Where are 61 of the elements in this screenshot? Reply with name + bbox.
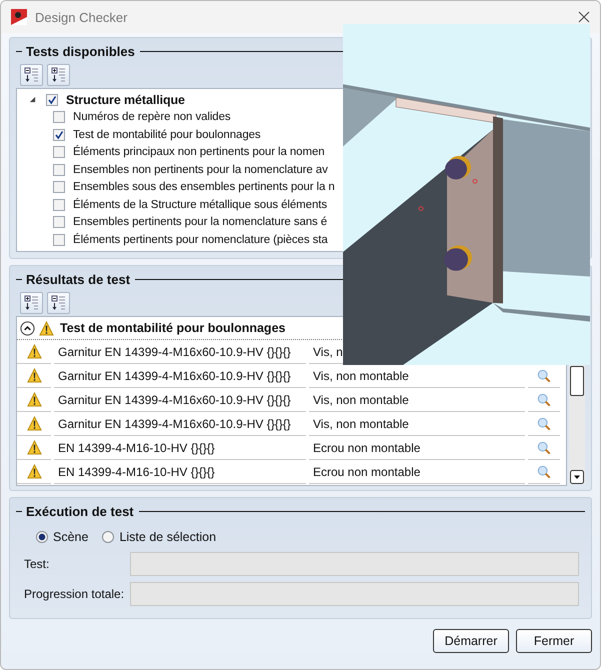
dialog-button[interactable]: Démarrer <box>433 629 509 653</box>
field-label: Test: <box>24 557 50 571</box>
tree-item[interactable]: Ensembles non pertinents pour la nomenclature av <box>73 164 328 176</box>
radio-option[interactable]: Liste de sélection <box>102 530 216 544</box>
tree-item[interactable]: Éléments principaux non pertinents pour la nomen <box>73 146 325 158</box>
table-cell: Ecrou non montable <box>309 436 525 460</box>
collapse-all-button[interactable] <box>47 292 70 314</box>
checkbox[interactable] <box>53 164 65 176</box>
tree-item[interactable]: Test de montabilité pour boulonnages <box>73 128 261 141</box>
zoom-to-icon[interactable] <box>537 416 551 430</box>
tree-item[interactable]: Éléments de la Structure métallique sous éléments <box>73 198 327 211</box>
zoom-to-icon[interactable] <box>537 464 551 478</box>
table-cell: Garnitur EN 14399-4-M16x60-10.9-HV {}{}{} <box>54 388 306 412</box>
expander-icon[interactable] <box>29 96 36 104</box>
app-logo-icon <box>11 9 27 25</box>
warning-icon <box>39 320 54 336</box>
tree-item[interactable]: Éléments pertinents pour nomenclature (pièces sta <box>73 234 328 246</box>
warning-icon <box>26 464 42 479</box>
group-title: Exécution de test <box>26 504 134 518</box>
collapse-all-button[interactable] <box>20 64 43 86</box>
tree-item[interactable]: Numéros de repère non valides <box>73 111 231 124</box>
tree-item[interactable]: Ensembles sous des ensembles pertinents pour la n <box>73 181 335 194</box>
scrollbar-thumb[interactable] <box>570 366 584 396</box>
group-header: Test de montabilité pour boulonnages <box>60 321 286 335</box>
radio-option[interactable]: Scène <box>36 530 88 544</box>
group-title: Tests disponibles <box>26 44 135 58</box>
table-cell: EN 14399-4-M16-10-HV {}{}{} <box>54 460 306 484</box>
zoom-to-icon[interactable] <box>537 392 551 406</box>
close-icon[interactable] <box>578 11 590 23</box>
warning-icon <box>26 392 42 407</box>
checkbox[interactable] <box>53 146 65 158</box>
table-cell: Vis, non montable <box>309 388 525 412</box>
dialog-button[interactable]: Fermer <box>516 629 592 653</box>
table-cell: Garnitur EN 14399-4-M16x60-10.9-HV {}{}{} <box>54 364 306 388</box>
checkbox[interactable] <box>53 198 65 211</box>
tree-item[interactable]: Ensembles pertinents pour la nomenclature sans é <box>73 216 328 228</box>
checkbox[interactable] <box>46 94 58 106</box>
expand-all-button[interactable] <box>20 292 43 314</box>
window-title: Design Checker <box>35 10 128 24</box>
checkbox[interactable] <box>53 234 65 246</box>
checkbox[interactable] <box>53 111 65 124</box>
expand-all-button[interactable] <box>47 64 70 86</box>
zoom-to-icon[interactable] <box>537 368 551 382</box>
warning-icon <box>26 368 42 383</box>
warning-icon <box>26 416 42 431</box>
warning-icon <box>26 344 42 359</box>
collapse-toggle-icon[interactable] <box>20 320 35 336</box>
table-cell: EN 14399-4-M16-10-HV {}{}{} <box>54 436 306 460</box>
scroll-down-icon[interactable] <box>570 470 584 484</box>
checkbox[interactable] <box>53 216 65 228</box>
warning-icon <box>26 440 42 455</box>
tree-item[interactable]: Structure métallique <box>66 92 185 107</box>
zoom-to-icon[interactable] <box>537 440 551 454</box>
checkbox[interactable] <box>53 128 65 141</box>
table-cell: Garnitur EN 14399-4-M16x60-10.9-HV {}{}{} <box>54 412 306 436</box>
checkbox[interactable] <box>53 181 65 194</box>
field-label: Progression totale: <box>24 587 126 601</box>
table-cell: Garnitur EN 14399-4-M16x60-10.9-HV {}{}{} <box>54 340 306 364</box>
table-cell: Vis, non montable <box>309 412 525 436</box>
group-title: Résultats de test <box>26 272 130 286</box>
table-cell: Ecrou non montable <box>309 460 525 484</box>
